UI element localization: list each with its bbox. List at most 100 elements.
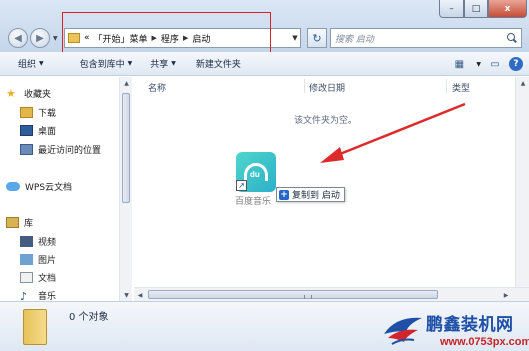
scrollbar-thumb[interactable] <box>122 93 130 203</box>
organize-menu[interactable]: 组织 ▼ <box>18 57 44 70</box>
include-in-library-label: 包含到库中 <box>79 60 125 70</box>
breadcrumb-start-menu[interactable]: 「开始」菜单 <box>94 32 148 45</box>
arrow-left-icon: ◀ <box>14 32 22 44</box>
chevron-right-icon[interactable]: ▶ <box>183 34 188 42</box>
address-overflow[interactable]: « <box>84 33 90 43</box>
sidebar-item-favorites[interactable]: ★ 收藏夹 <box>6 87 51 100</box>
back-button[interactable]: ◀ <box>8 28 28 48</box>
navigation-pane: ★ 收藏夹 下载 桌面 最近访问的位置 WPS云文档 库 视频 图片 文档 ♪ … <box>0 77 132 301</box>
chevron-down-icon: ▼ <box>39 60 44 67</box>
breadcrumb-programs[interactable]: 程序 <box>161 32 179 45</box>
du-logo: du <box>250 170 260 179</box>
dragged-item-label: 百度音乐 <box>235 197 272 207</box>
title-bar: – □ x ◀ ▶ ▼ « 「开始」菜单 ▶ 程序 ▶ 启动 ▼ ↻ 搜索 启动 <box>0 0 529 52</box>
sidebar-item-label: 最近访问的位置 <box>38 146 102 156</box>
scroll-up-icon[interactable]: ▲ <box>516 77 529 89</box>
sidebar-item-documents[interactable]: 文档 <box>20 271 56 284</box>
scrollbar-thumb[interactable] <box>148 290 438 299</box>
search-icon[interactable] <box>507 33 517 43</box>
drag-tooltip-text: 复制到 启动 <box>292 191 340 201</box>
item-count: 0 个对象 <box>69 312 109 323</box>
bird-logo-icon <box>384 317 422 345</box>
maximize-button[interactable]: □ <box>464 0 488 18</box>
sidebar-item-music[interactable]: ♪ 音乐 <box>20 289 56 301</box>
preview-pane-icon[interactable]: ▭ <box>487 56 503 72</box>
folder-icon <box>68 33 80 43</box>
search-input[interactable]: 搜索 启动 <box>335 32 374 45</box>
chevron-down-icon: ▼ <box>171 60 176 67</box>
chevron-down-icon: ▼ <box>127 60 133 67</box>
picture-library-icon <box>20 254 33 265</box>
content-vertical-scrollbar[interactable]: ▲ <box>515 77 529 287</box>
include-in-library-menu[interactable]: 包含到库中 ▼ <box>80 57 133 70</box>
sidebar-item-label: 库 <box>24 219 34 229</box>
forward-button[interactable]: ▶ <box>30 28 50 48</box>
column-divider[interactable] <box>446 79 447 93</box>
sidebar-item-desktop[interactable]: 桌面 <box>20 124 56 137</box>
organize-label: 组织 <box>18 60 37 70</box>
scroll-up-icon[interactable]: ▲ <box>120 77 133 89</box>
recent-pages-dropdown[interactable]: ▼ <box>53 35 58 42</box>
desktop-icon <box>20 125 33 136</box>
chevron-right-icon[interactable]: ▶ <box>152 34 157 42</box>
cloud-icon <box>6 182 20 191</box>
refresh-button[interactable]: ↻ <box>307 28 327 48</box>
sidebar-item-pictures[interactable]: 图片 <box>20 253 56 266</box>
sidebar-item-label: 桌面 <box>38 127 57 137</box>
address-dropdown-button[interactable]: ▼ <box>289 28 301 48</box>
view-options-icon[interactable]: ▦ <box>451 56 467 72</box>
star-icon: ★ <box>6 87 16 100</box>
folder-icon <box>23 309 47 345</box>
drag-tooltip: + 复制到 启动 <box>276 187 345 202</box>
scroll-left-icon[interactable]: ◀ <box>134 289 146 301</box>
music-note-icon: ♪ <box>20 290 28 301</box>
navigation-scrollbar[interactable]: ▲ ▼ <box>119 77 132 301</box>
sidebar-item-videos[interactable]: 视频 <box>20 235 56 248</box>
document-library-icon <box>20 272 33 283</box>
grip-icon <box>304 295 312 299</box>
sidebar-item-label: 音乐 <box>38 292 57 301</box>
address-bar[interactable]: « 「开始」菜单 ▶ 程序 ▶ 启动 <box>64 28 301 48</box>
empty-folder-message: 该文件夹为空。 <box>294 116 358 126</box>
share-menu[interactable]: 共享 ▼ <box>150 57 176 70</box>
shortcut-arrow-icon: ↗ <box>236 180 247 191</box>
command-toolbar: 组织 ▼ 包含到库中 ▼ 共享 ▼ 新建文件夹 ▦ ▼ ▭ ? <box>0 52 529 76</box>
content-horizontal-scrollbar[interactable]: ◀ ▶ <box>134 287 529 301</box>
sidebar-item-label: 视频 <box>38 238 57 248</box>
column-header-name[interactable]: 名称 <box>148 81 166 94</box>
sidebar-item-downloads[interactable]: 下载 <box>20 106 56 119</box>
new-folder-label: 新建文件夹 <box>195 60 241 70</box>
column-header-type[interactable]: 类型 <box>452 81 470 94</box>
window-controls: – □ x <box>439 0 527 18</box>
watermark: 鹏鑫装机网 www.0753px.com <box>382 310 529 351</box>
sidebar-item-label: 图片 <box>38 256 57 266</box>
recent-places-icon <box>20 144 33 155</box>
breadcrumb-startup[interactable]: 启动 <box>192 32 210 45</box>
refresh-icon: ↻ <box>312 31 322 45</box>
library-icon <box>6 217 19 228</box>
scroll-down-icon[interactable]: ▼ <box>120 289 133 301</box>
toolbar-right: ▦ ▼ ▭ ? <box>451 56 523 72</box>
download-folder-icon <box>20 107 33 118</box>
new-folder-button[interactable]: 新建文件夹 <box>196 57 241 70</box>
sidebar-item-libraries[interactable]: 库 <box>6 216 33 229</box>
share-label: 共享 <box>150 60 169 70</box>
sidebar-item-label: 收藏夹 <box>24 90 52 100</box>
sidebar-item-label: 下载 <box>38 109 57 119</box>
scroll-right-icon[interactable]: ▶ <box>500 289 512 301</box>
search-box[interactable]: 搜索 启动 <box>330 28 522 48</box>
minimize-button[interactable]: – <box>439 0 464 18</box>
sidebar-item-recent[interactable]: 最近访问的位置 <box>20 143 101 156</box>
video-library-icon <box>20 236 33 247</box>
column-divider[interactable] <box>304 79 305 93</box>
help-icon[interactable]: ? <box>509 57 523 71</box>
close-button[interactable]: x <box>488 0 527 18</box>
watermark-title: 鹏鑫装机网 <box>426 315 514 335</box>
arrow-right-icon: ▶ <box>36 32 44 44</box>
sidebar-item-wps-cloud[interactable]: WPS云文档 <box>6 180 72 193</box>
column-header-date[interactable]: 修改日期 <box>309 81 345 94</box>
sidebar-item-label: 文档 <box>38 274 57 284</box>
plus-icon: + <box>279 189 289 200</box>
sidebar-item-label: WPS云文档 <box>25 183 73 193</box>
chevron-down-icon[interactable]: ▼ <box>476 61 481 68</box>
